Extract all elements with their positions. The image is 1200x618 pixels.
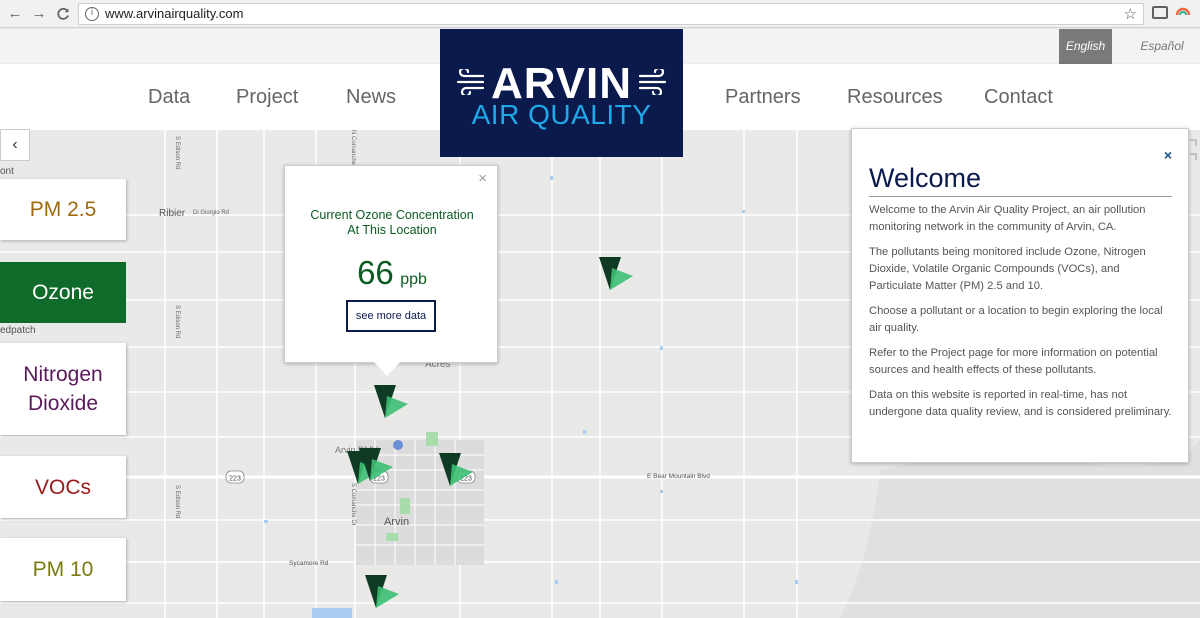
pollutant-nitrogen-dioxide[interactable]: Nitrogen Dioxide: [0, 343, 126, 435]
url-text[interactable]: www.arvinairquality.com: [105, 6, 243, 21]
cast-icon[interactable]: [1152, 6, 1168, 19]
map-label-arvin: Arvin: [384, 516, 409, 528]
lang-espanol-button[interactable]: Español: [1132, 29, 1192, 64]
popup-title: Current Ozone Concentration At This Loca…: [285, 208, 499, 238]
location-popup: × Current Ozone Concentration At This Lo…: [284, 165, 498, 363]
wind-icon-right: [639, 69, 667, 95]
site-info-icon[interactable]: i: [85, 7, 99, 21]
map-label-s-edison-1: S Edison Rd: [174, 136, 180, 169]
map-label-di-giorgio: Di Giorgio Rd: [193, 210, 229, 216]
nav-project[interactable]: Project: [236, 64, 298, 130]
back-icon[interactable]: ←: [4, 3, 26, 25]
nav-partners[interactable]: Partners: [725, 64, 801, 130]
map-label-sycamore: Sycamore Rd: [289, 560, 329, 567]
pollutant-pm10[interactable]: PM 10: [0, 538, 126, 601]
popup-reading: 66 ppb: [285, 254, 499, 292]
popup-unit: ppb: [400, 271, 427, 288]
popup-title-line2: At This Location: [347, 223, 437, 237]
pollutant-no2-label-line1: Nitrogen: [23, 363, 103, 386]
bookmark-star-icon[interactable]: ☆: [1124, 5, 1137, 23]
extension-icon[interactable]: [1176, 6, 1190, 20]
reload-icon[interactable]: [52, 3, 74, 25]
logo-subtitle: AIR QUALITY: [471, 99, 652, 130]
welcome-paragraph: Welcome to the Arvin Air Quality Project…: [869, 204, 1146, 233]
pollutant-ozone[interactable]: Ozone: [0, 262, 126, 323]
welcome-body: Welcome to the Arvin Air Quality Project…: [869, 202, 1172, 429]
welcome-paragraph: Data on this website is reported in real…: [869, 389, 1172, 418]
browser-toolbar: ← → i www.arvinairquality.com ☆: [0, 0, 1200, 28]
pollutant-vocs[interactable]: VOCs: [0, 456, 126, 518]
welcome-close-icon[interactable]: ×: [1164, 147, 1172, 163]
welcome-title: Welcome: [869, 163, 1172, 197]
map-label-ribier: Ribier: [159, 208, 186, 219]
popup-value: 66: [357, 254, 394, 291]
sidebar-collapse-button[interactable]: ‹: [0, 129, 30, 161]
map-label-e-bear-mountain: E Bear Mountain Blvd: [647, 473, 710, 480]
welcome-paragraph: The pollutants being monitored include O…: [869, 246, 1146, 292]
forward-icon[interactable]: →: [28, 3, 50, 25]
map-label-n-comanche: N Comanche: [350, 130, 356, 166]
nav-resources[interactable]: Resources: [847, 64, 943, 130]
pollutant-vocs-label: VOCs: [34, 475, 91, 499]
map-label-s-edison-2: S Edison Rd: [174, 485, 180, 518]
nav-data[interactable]: Data: [148, 64, 190, 130]
pollutant-pm25[interactable]: PM 2.5: [0, 179, 126, 240]
map-label-s-comanche: S Comanche Dr: [350, 483, 356, 526]
map-label-s-edison-road-mid: S Edison Rd: [174, 305, 180, 338]
pollutant-ozone-label: Ozone: [32, 281, 94, 304]
welcome-paragraph: Refer to the Project page for more infor…: [869, 347, 1158, 376]
map-label-edpatch: edpatch: [0, 325, 36, 336]
expand-arrows-icon[interactable]: [1188, 136, 1200, 164]
popup-pointer: [374, 362, 400, 376]
welcome-panel: × Welcome Welcome to the Arvin Air Quali…: [851, 128, 1189, 463]
address-bar[interactable]: i www.arvinairquality.com ☆: [78, 3, 1144, 25]
site-logo[interactable]: ARVIN AIR QUALITY: [440, 29, 683, 157]
nav-contact[interactable]: Contact: [984, 64, 1053, 130]
pollutant-no2-label-line2: Dioxide: [27, 392, 99, 415]
popup-close-icon[interactable]: ×: [478, 170, 487, 187]
popup-title-line1: Current Ozone Concentration: [310, 208, 474, 222]
map-label-ont: ont: [0, 166, 14, 177]
nav-news[interactable]: News: [346, 64, 396, 130]
dmv-pin-icon: [393, 440, 403, 450]
see-more-data-button[interactable]: see more data: [346, 300, 436, 332]
map-label-hwy223-a: 223: [229, 476, 241, 483]
pollutant-pm25-label: PM 2.5: [29, 198, 97, 221]
pollutant-pm10-label: PM 10: [32, 558, 94, 581]
lang-english-button[interactable]: English: [1059, 29, 1112, 64]
welcome-paragraph: Choose a pollutant or a location to begi…: [869, 305, 1163, 334]
